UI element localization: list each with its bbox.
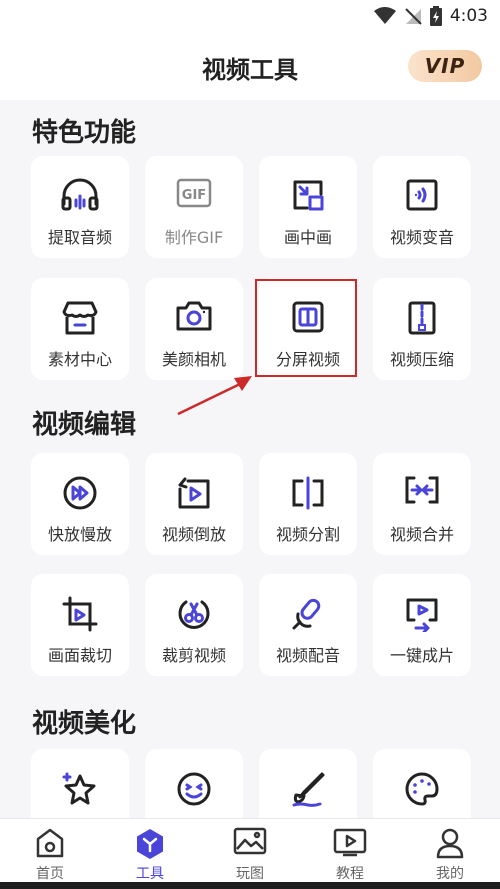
tool-card-speed[interactable]: 快放慢放 xyxy=(31,453,129,555)
battery-icon xyxy=(429,6,442,26)
tool-label: 提取音频 xyxy=(47,228,112,247)
bottom-tab-bar: 首页 工具 玩图 教程 我的 xyxy=(0,818,500,882)
vip-button[interactable]: VIP xyxy=(408,50,482,82)
tool-card-brush[interactable] xyxy=(259,749,357,818)
tool-label: 视频合并 xyxy=(389,525,454,544)
status-bar: 4:03 xyxy=(0,0,500,36)
tool-card-picture-in-picture[interactable]: 画中画 xyxy=(259,156,357,258)
no-signal-icon xyxy=(405,8,422,25)
app-header: 视频工具 VIP xyxy=(0,36,500,100)
tool-label: 视频压缩 xyxy=(389,350,454,369)
tool-card-trim[interactable]: 裁剪视频 xyxy=(145,574,243,676)
tool-label: 美颜相机 xyxy=(161,350,226,369)
tool-label: 视频倒放 xyxy=(161,525,226,544)
section-title-editing: 视频编辑 xyxy=(32,410,137,440)
reverse-play-icon xyxy=(178,477,210,509)
compress-icon xyxy=(408,301,436,335)
fast-forward-icon xyxy=(63,476,97,510)
sparkle-star-icon xyxy=(62,772,96,805)
tool-card-extract-audio[interactable]: 提取音频 xyxy=(31,156,129,258)
tool-label: 画面裁切 xyxy=(47,646,112,665)
tab-label: 玩图 xyxy=(236,866,264,882)
emoji-icon xyxy=(177,772,211,806)
image-icon xyxy=(233,827,267,855)
system-nav-bar xyxy=(0,882,500,889)
tools-content[interactable]: 特色功能 视频编辑 视频美化 提取音频 GIF 制作GIF 画中画 视频变音 素… xyxy=(0,100,500,818)
tab-home[interactable]: 首页 xyxy=(0,819,100,883)
scissors-icon xyxy=(178,600,210,629)
tab-mine[interactable]: 我的 xyxy=(400,819,500,883)
highlight-box xyxy=(255,279,357,377)
tool-card-video-compress[interactable]: 视频压缩 xyxy=(373,278,471,380)
voice-change-icon xyxy=(406,179,438,211)
tab-label: 工具 xyxy=(136,866,164,882)
clock: 4:03 xyxy=(449,6,488,26)
gif-icon: GIF xyxy=(176,178,212,208)
tool-label: 画中画 xyxy=(283,228,332,247)
tab-label: 我的 xyxy=(436,866,464,882)
tool-card-emoji[interactable] xyxy=(145,749,243,818)
one-click-video-icon xyxy=(406,598,438,632)
merge-icon xyxy=(405,476,439,504)
svg-text:GIF: GIF xyxy=(182,188,206,203)
tab-label: 教程 xyxy=(336,866,364,882)
store-icon xyxy=(62,301,98,335)
microphone-icon xyxy=(292,598,321,630)
tool-label: 快放慢放 xyxy=(47,525,112,544)
tool-card-material-center[interactable]: 素材中心 xyxy=(31,278,129,380)
tools-icon xyxy=(137,829,163,859)
profile-icon xyxy=(436,828,464,859)
brush-icon xyxy=(292,772,325,807)
tool-card-palette[interactable] xyxy=(373,749,471,818)
tutorial-play-icon xyxy=(333,828,367,857)
tool-label: 视频分割 xyxy=(275,525,340,544)
tab-play-image[interactable]: 玩图 xyxy=(200,819,300,883)
tool-label: 制作GIF xyxy=(164,228,224,247)
picture-in-picture-icon xyxy=(293,180,324,211)
tool-card-make-gif[interactable]: GIF 制作GIF xyxy=(145,156,243,258)
tool-label: 视频配音 xyxy=(275,646,340,665)
tool-card-crop[interactable]: 画面裁切 xyxy=(31,574,129,676)
section-title-featured: 特色功能 xyxy=(32,118,137,148)
tool-label: 视频变音 xyxy=(389,228,454,247)
tool-card-reverse[interactable]: 视频倒放 xyxy=(145,453,243,555)
tool-label: 一键成片 xyxy=(389,646,454,665)
home-icon xyxy=(36,828,64,858)
tool-label: 裁剪视频 xyxy=(161,646,226,665)
crop-icon xyxy=(62,596,98,632)
tool-card-dubbing[interactable]: 视频配音 xyxy=(259,574,357,676)
tool-card-one-click[interactable]: 一键成片 xyxy=(373,574,471,676)
wifi-icon xyxy=(373,7,396,24)
tool-card-sparkle[interactable] xyxy=(31,749,129,818)
headphones-icon xyxy=(61,178,99,211)
tab-label: 首页 xyxy=(36,866,64,882)
palette-icon xyxy=(405,772,439,806)
tool-card-split[interactable]: 视频分割 xyxy=(259,453,357,555)
section-title-beautify: 视频美化 xyxy=(32,709,137,739)
tool-label: 素材中心 xyxy=(47,350,112,369)
tool-card-merge[interactable]: 视频合并 xyxy=(373,453,471,555)
tool-card-beauty-camera[interactable]: 美颜相机 xyxy=(145,278,243,380)
split-icon xyxy=(292,476,324,510)
tab-tools[interactable]: 工具 xyxy=(100,819,200,883)
tab-tutorial[interactable]: 教程 xyxy=(300,819,400,883)
tool-card-voice-change[interactable]: 视频变音 xyxy=(373,156,471,258)
camera-icon xyxy=(176,301,212,331)
